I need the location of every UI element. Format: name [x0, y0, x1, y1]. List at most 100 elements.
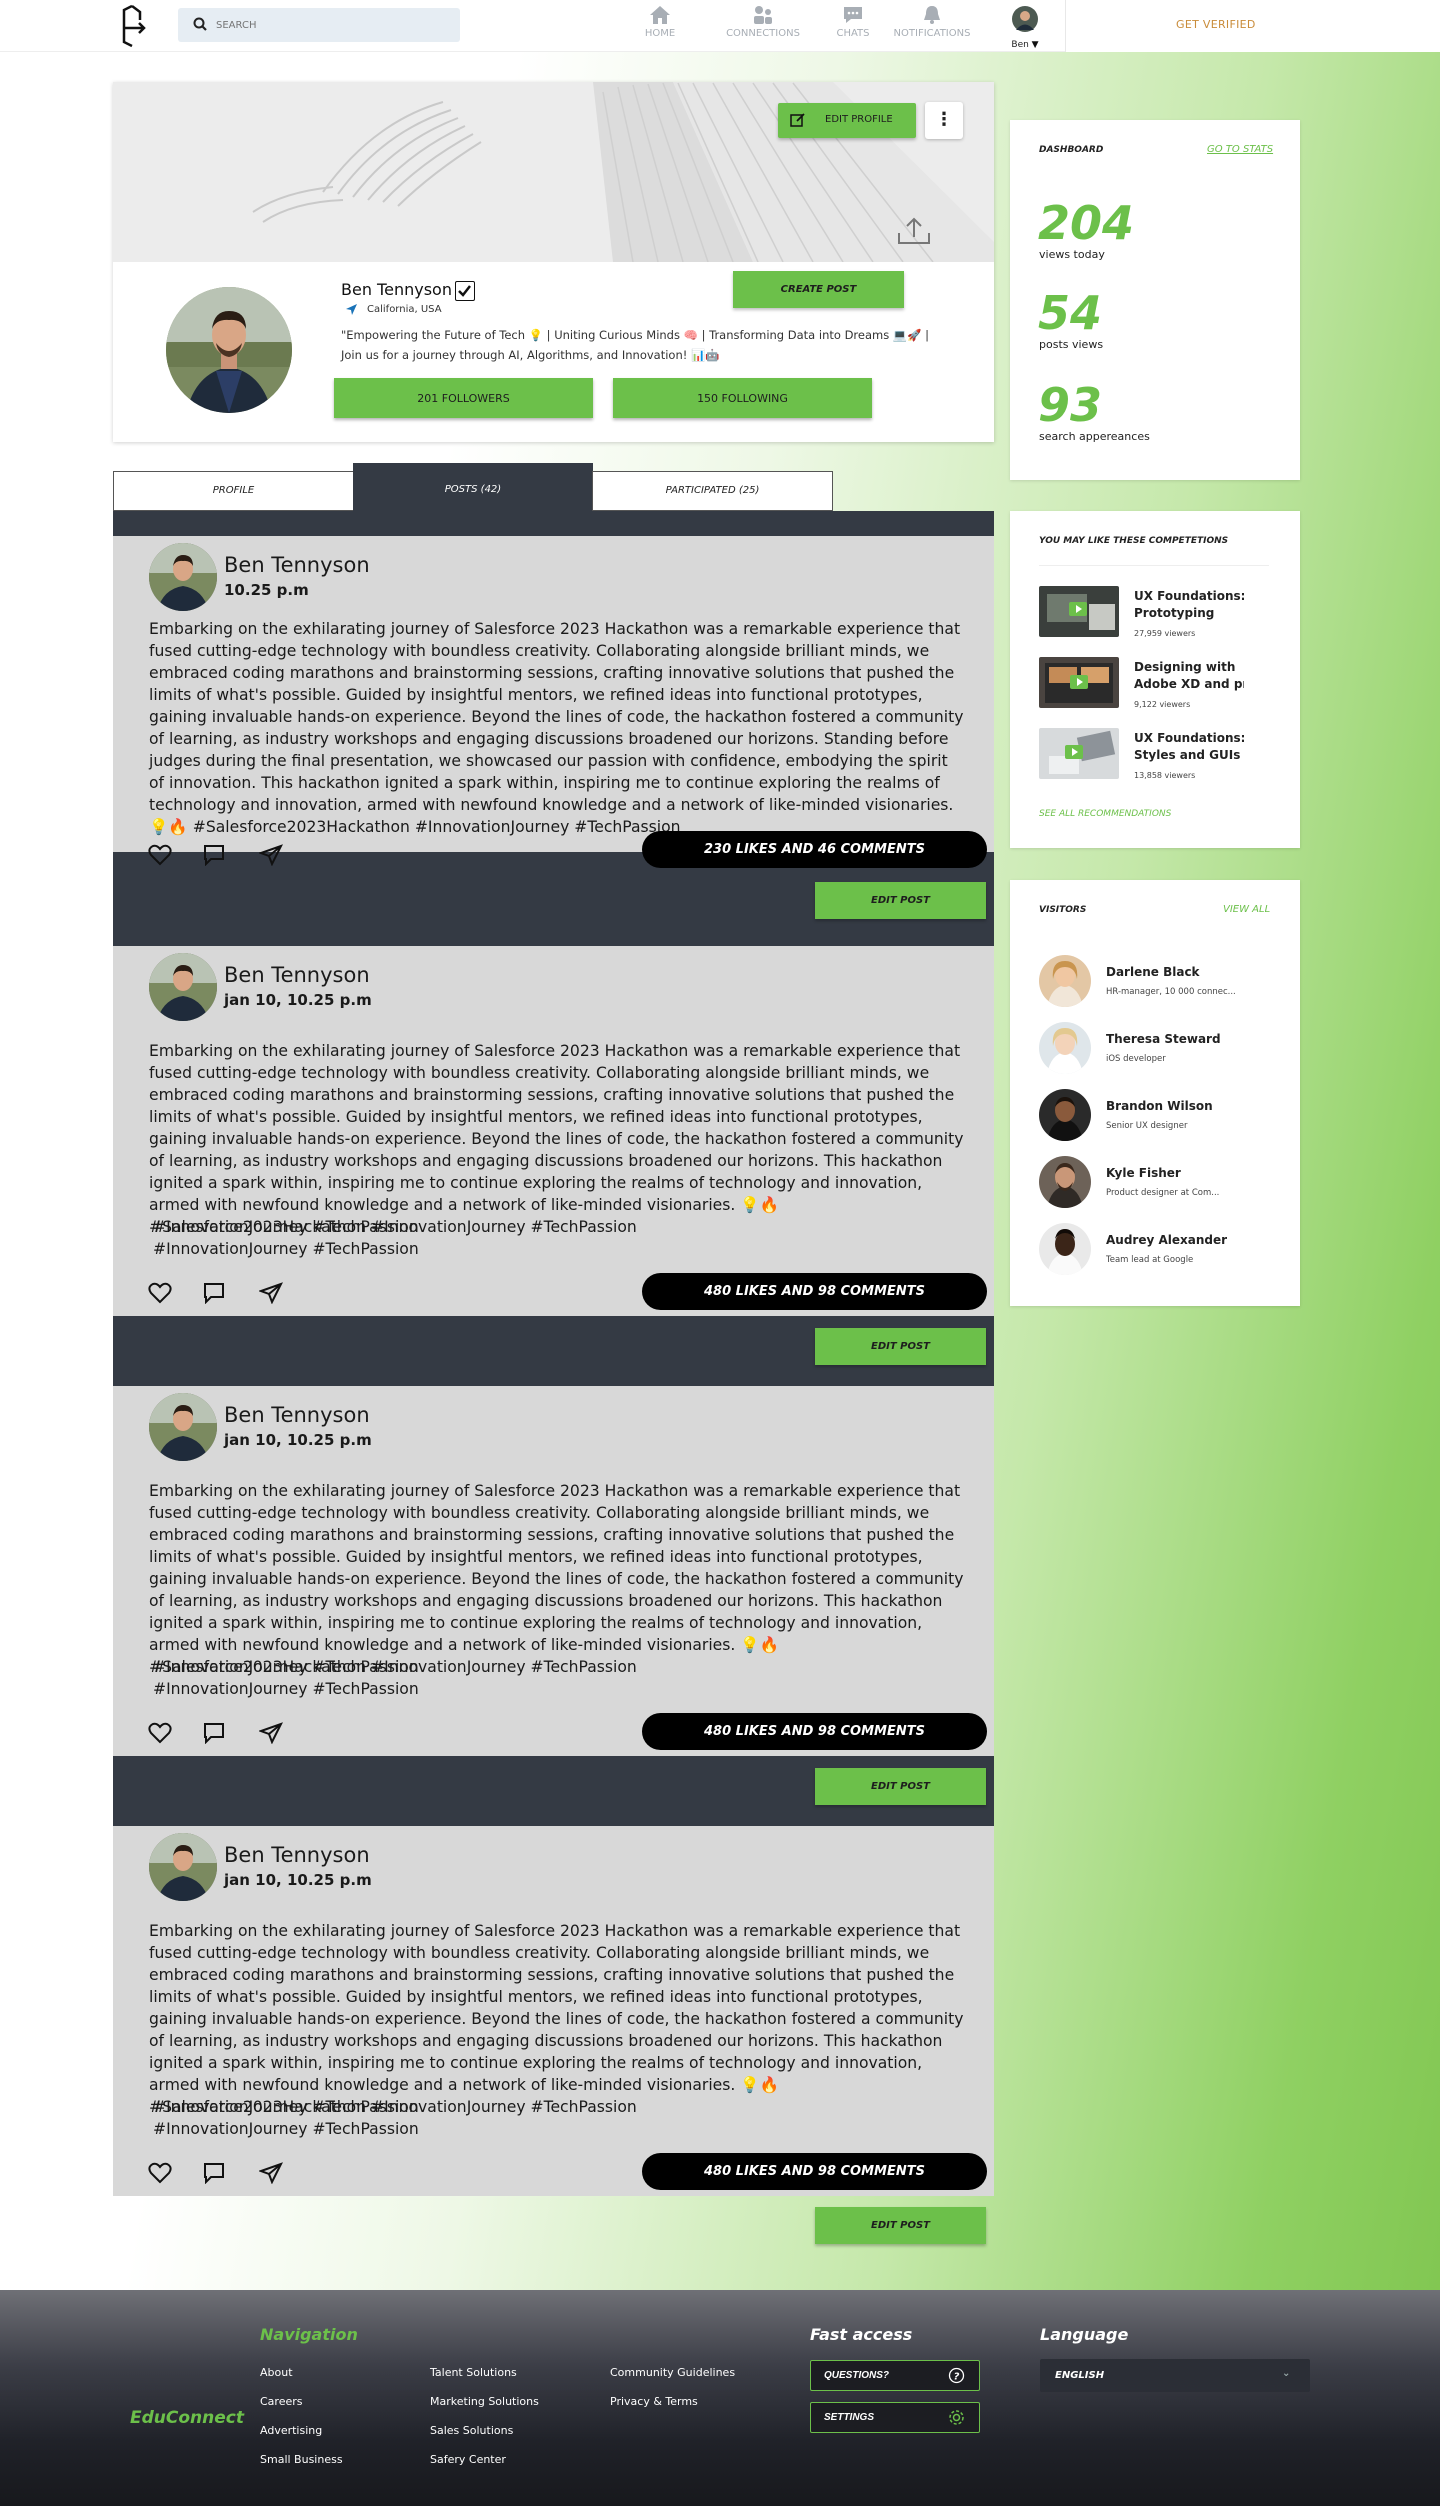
footer-link[interactable]: Sales Solutions: [430, 2424, 513, 2437]
user-name-label: Ben: [1011, 40, 1029, 50]
post-avatar[interactable]: [149, 953, 217, 1021]
avatar: [1012, 6, 1038, 32]
avatar[interactable]: [1039, 1223, 1091, 1275]
edit-post-button[interactable]: EDIT POST: [815, 882, 986, 919]
comment-icon[interactable]: [203, 1282, 225, 1308]
edit-post-button[interactable]: EDIT POST: [815, 1328, 986, 1365]
visitor-name[interactable]: Kyle Fisher: [1106, 1166, 1181, 1180]
avatar[interactable]: [1039, 1022, 1091, 1074]
avatar[interactable]: [1039, 955, 1091, 1007]
comment-icon[interactable]: [203, 2162, 225, 2188]
footer-brand[interactable]: EduConnect: [130, 2408, 244, 2428]
footer-link[interactable]: Privacy & Terms: [610, 2395, 698, 2408]
cover-image: EDIT PROFILE ⋮: [113, 82, 994, 262]
share-icon[interactable]: [258, 1722, 283, 1748]
competition-title[interactable]: Designing with Adobe XD and pro: [1134, 659, 1244, 693]
footer-link[interactable]: Marketing Solutions: [430, 2395, 539, 2408]
share-icon[interactable]: [258, 1282, 283, 1308]
visitor-role: Senior UX designer: [1106, 1121, 1188, 1131]
nav-connections-label: CONNECTIONS: [726, 28, 800, 39]
like-icon[interactable]: [148, 1282, 172, 1308]
footer-link[interactable]: Safery Center: [430, 2453, 506, 2466]
nav-chats[interactable]: CHATS: [813, 4, 893, 39]
footer-link[interactable]: Talent Solutions: [430, 2366, 517, 2379]
like-icon[interactable]: [148, 2162, 172, 2188]
post-tag-line: #InnovationJourney #TechPassion: [153, 1218, 419, 1236]
share-icon[interactable]: [258, 2162, 283, 2188]
competition-title-line: Adobe XD and pro: [1134, 677, 1244, 691]
post-avatar[interactable]: [149, 543, 217, 611]
post-stats[interactable]: 480 LIKES AND 98 COMMENTS: [642, 1273, 987, 1310]
create-post-button[interactable]: CREATE POST: [733, 271, 904, 308]
nav-connections[interactable]: CONNECTIONS: [723, 4, 803, 39]
post-stats[interactable]: 480 LIKES AND 98 COMMENTS: [642, 1713, 987, 1750]
nav-chats-label: CHATS: [836, 28, 870, 39]
upload-icon[interactable]: [897, 215, 931, 245]
post-extra-tags: #InnovationJourney #TechPassion #Innovat…: [153, 2096, 419, 2140]
following-button[interactable]: 150 FOLLOWING: [613, 378, 872, 418]
visitor-name[interactable]: Darlene Black: [1106, 965, 1200, 979]
footer-link[interactable]: Community Guidelines: [610, 2366, 735, 2379]
search-input[interactable]: [216, 15, 446, 35]
get-verified-button[interactable]: GET VERIFIED: [1065, 0, 1440, 52]
settings-label: SETTINGS: [824, 2412, 875, 2423]
edit-post-button[interactable]: EDIT POST: [815, 1768, 986, 1805]
footer-link[interactable]: Advertising: [260, 2424, 322, 2437]
visitor-role: HR-manager, 10 000 connec...: [1106, 987, 1236, 997]
visitor-role: iOS developer: [1106, 1054, 1166, 1064]
avatar[interactable]: [1039, 1156, 1091, 1208]
footer-link[interactable]: About: [260, 2366, 293, 2379]
footer-nav-title: Navigation: [260, 2325, 358, 2344]
footer-link[interactable]: Small Business: [260, 2453, 343, 2466]
post-card: Ben Tennyson 10.25 p.m Embarking on the …: [113, 536, 994, 868]
profile-avatar[interactable]: [166, 287, 292, 413]
search-bar[interactable]: [178, 8, 460, 42]
language-select[interactable]: ENGLISH ⌄: [1040, 2359, 1310, 2392]
share-icon[interactable]: [258, 844, 283, 870]
view-all-link[interactable]: VIEW ALL: [1223, 904, 1270, 915]
like-icon[interactable]: [148, 1722, 172, 1748]
settings-button[interactable]: SETTINGS: [810, 2402, 980, 2433]
like-icon[interactable]: [148, 844, 172, 870]
tab-profile[interactable]: PROFILE: [113, 471, 354, 511]
competition-thumbnail[interactable]: [1039, 657, 1119, 708]
competition-thumbnail[interactable]: [1039, 728, 1119, 779]
post-stats[interactable]: 230 LIKES AND 46 COMMENTS: [642, 831, 987, 868]
post-avatar[interactable]: [149, 1393, 217, 1461]
avatar[interactable]: [1039, 1089, 1091, 1141]
comment-icon[interactable]: [203, 1722, 225, 1748]
go-to-stats-link[interactable]: GO TO STATS: [1207, 144, 1273, 155]
edit-profile-button[interactable]: EDIT PROFILE: [778, 103, 916, 138]
nav-home[interactable]: HOME: [620, 4, 700, 39]
nav-notifications[interactable]: NOTIFICATIONS: [892, 4, 972, 39]
help-icon: ?: [948, 2367, 965, 2384]
user-menu[interactable]: Ben ▼: [1005, 6, 1045, 51]
post-text: Embarking on the exhilarating journey of…: [149, 1482, 964, 1676]
competition-title[interactable]: UX Foundations: Prototyping: [1134, 588, 1244, 622]
followers-button[interactable]: 201 FOLLOWERS: [334, 378, 593, 418]
post-time: jan 10, 10.25 p.m: [224, 1431, 372, 1449]
competition-title-line: UX Foundations:: [1134, 731, 1244, 745]
competition-thumbnail[interactable]: [1039, 586, 1119, 637]
footer-link[interactable]: Careers: [260, 2395, 303, 2408]
visitor-name[interactable]: Theresa Steward: [1106, 1032, 1221, 1046]
tab-participated[interactable]: PARTICIPATED (25): [592, 471, 833, 511]
questions-button[interactable]: QUESTIONS? ?: [810, 2360, 980, 2391]
comment-icon[interactable]: [203, 844, 225, 870]
post-stats[interactable]: 480 LIKES AND 98 COMMENTS: [642, 2153, 987, 2190]
visitor-name[interactable]: Audrey Alexander: [1106, 1233, 1227, 1247]
post-author: Ben Tennyson: [224, 963, 370, 987]
more-options-icon[interactable]: ⋮: [925, 102, 963, 139]
home-icon: [650, 6, 670, 24]
competition-title[interactable]: UX Foundations: Styles and GUIs: [1134, 730, 1244, 764]
post-avatar[interactable]: [149, 1833, 217, 1901]
tab-posts[interactable]: POSTS (42): [353, 463, 593, 511]
competition-title-line: Styles and GUIs: [1134, 748, 1241, 762]
edit-profile-label: EDIT PROFILE: [825, 114, 893, 125]
see-all-recommendations-link[interactable]: SEE ALL RECOMMENDATIONS: [1039, 809, 1171, 819]
edit-post-button[interactable]: EDIT POST: [815, 2207, 986, 2244]
logo-icon[interactable]: [118, 2, 154, 50]
competitions-panel: YOU MAY LIKE THESE COMPETETIONS UX Found…: [1010, 511, 1300, 848]
visitor-name[interactable]: Brandon Wilson: [1106, 1099, 1213, 1113]
language-value: ENGLISH: [1055, 2370, 1105, 2381]
